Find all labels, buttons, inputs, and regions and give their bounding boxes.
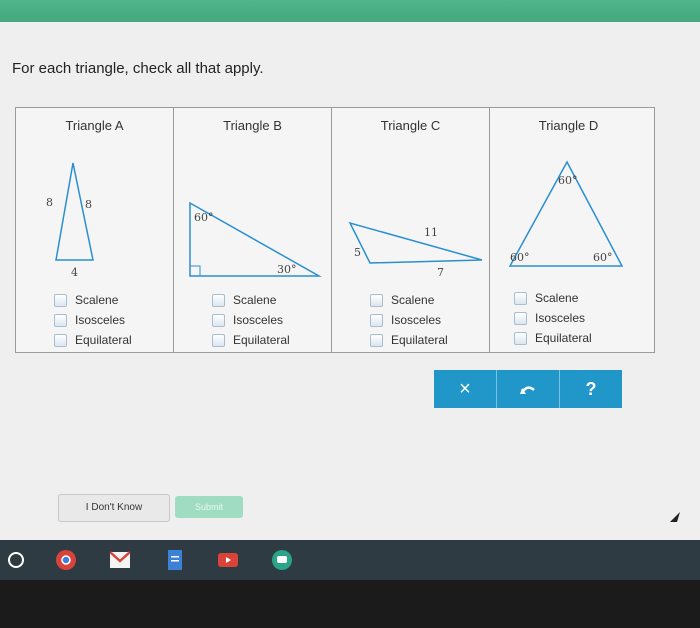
os-shelf [0,540,700,580]
triangle-d-angle-top: 60° [558,174,578,187]
triangle-a-options: Scalene Isosceles Equilateral [54,290,132,350]
triangle-c-option-isosceles[interactable]: Isosceles [370,310,448,330]
triangle-b-options: Scalene Isosceles Equilateral [212,290,290,350]
close-icon: × [459,377,471,400]
checkbox[interactable] [370,293,383,307]
triangle-d-angle-right: 60° [593,251,613,264]
triangle-a-figure: 8 8 4 [46,162,94,278]
triangle-a-side-base: 4 [71,266,78,278]
triangle-d-column: Triangle D 60° 60° 60° Scalene Isosceles… [490,108,647,352]
dont-know-button[interactable]: I Don't Know [58,494,170,522]
launcher-icon[interactable] [6,550,26,570]
chat-icon[interactable] [272,550,292,570]
triangle-b-angle-top: 60° [194,211,214,224]
triangle-c-option-equilateral[interactable]: Equilateral [370,330,448,350]
checkbox[interactable] [514,311,527,325]
checkbox[interactable] [54,313,67,327]
triangle-c-side-top: 11 [424,226,438,239]
triangle-c-side-left: 5 [354,246,361,259]
triangle-a-side-left: 8 [46,196,53,209]
triangle-table: Triangle A 8 8 4 Scalene Isosceles Equil… [15,107,655,353]
triangle-c-figure: 11 5 7 [348,221,483,278]
triangle-d-angle-left: 60° [510,251,530,264]
gmail-icon[interactable] [110,550,130,570]
checkbox[interactable] [212,333,225,347]
docs-icon[interactable] [165,550,185,570]
triangle-c-title: Triangle C [380,118,441,133]
chrome-icon[interactable] [56,550,76,570]
triangle-b-option-isosceles[interactable]: Isosceles [212,310,290,330]
screen: For each triangle, check all that apply.… [0,0,700,548]
help-button[interactable]: ? [560,370,622,408]
undo-icon [520,386,535,394]
undo-button[interactable] [497,370,560,408]
answer-toolbar: × ? [434,370,622,408]
triangle-a-option-equilateral[interactable]: Equilateral [54,330,132,350]
triangle-b-column: Triangle B 60° 30° Scalene Isosceles Equ… [174,108,332,352]
triangle-d-figure: 60° 60° 60° [508,160,624,267]
clear-button[interactable]: × [434,370,497,408]
triangle-a-column: Triangle A 8 8 4 Scalene Isosceles Equil… [16,108,174,352]
checkbox[interactable] [212,313,225,327]
top-strip [0,0,700,22]
triangle-b-figure: 60° 30° [189,201,322,277]
triangle-b-title: Triangle B [223,118,282,133]
triangle-a-side-right: 8 [85,198,92,211]
cursor-icon [670,512,680,522]
checkbox[interactable] [212,293,225,307]
triangle-d-option-isosceles[interactable]: Isosceles [514,308,592,328]
triangle-a-option-scalene[interactable]: Scalene [54,290,132,310]
youtube-icon[interactable] [218,550,238,570]
triangle-a-title: Triangle A [65,118,124,133]
triangle-b-angle-right: 30° [277,263,297,276]
help-icon: ? [585,378,597,399]
checkbox[interactable] [514,331,527,345]
triangle-b-option-scalene[interactable]: Scalene [212,290,290,310]
triangle-c-side-base: 7 [437,266,444,278]
triangle-a-option-isosceles[interactable]: Isosceles [54,310,132,330]
triangle-d-option-equilateral[interactable]: Equilateral [514,328,592,348]
checkbox[interactable] [370,313,383,327]
triangle-d-title: Triangle D [538,118,599,133]
checkbox[interactable] [514,291,527,305]
triangle-d-option-scalene[interactable]: Scalene [514,288,592,308]
checkbox[interactable] [54,293,67,307]
triangle-c-column: Triangle C 11 5 7 Scalene Isosceles Equi… [332,108,490,352]
triangle-b-option-equilateral[interactable]: Equilateral [212,330,290,350]
checkbox[interactable] [54,333,67,347]
question-prompt: For each triangle, check all that apply. [12,60,264,77]
triangle-c-options: Scalene Isosceles Equilateral [370,290,448,350]
submit-button[interactable]: Submit [175,496,243,518]
triangle-c-option-scalene[interactable]: Scalene [370,290,448,310]
checkbox[interactable] [370,333,383,347]
triangle-d-options: Scalene Isosceles Equilateral [514,288,592,348]
